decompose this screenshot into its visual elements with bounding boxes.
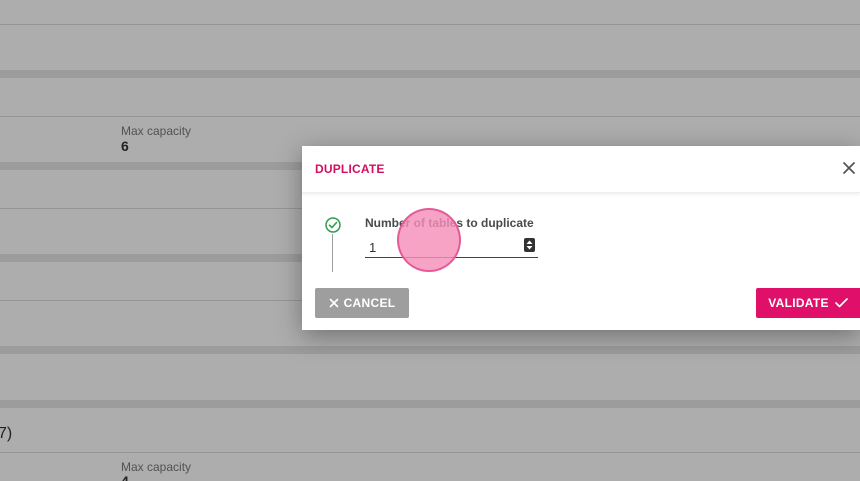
- check-circle-icon: [325, 217, 341, 233]
- cancel-label: CANCEL: [343, 296, 396, 310]
- x-icon: [329, 298, 339, 308]
- validate-button[interactable]: VALIDATE: [756, 288, 860, 318]
- cancel-button[interactable]: CANCEL: [315, 288, 409, 318]
- step-indicator: [324, 216, 342, 274]
- duplicate-dialog: DUPLICATE Number of tables to duplicate: [302, 146, 860, 330]
- spinner-arrows-icon: [526, 240, 533, 250]
- click-indicator: [397, 208, 461, 272]
- number-stepper[interactable]: [524, 238, 535, 252]
- dialog-title: DUPLICATE: [315, 162, 385, 176]
- check-icon: [835, 298, 848, 308]
- dialog-header: DUPLICATE: [302, 146, 860, 193]
- close-button[interactable]: [840, 159, 860, 179]
- close-icon: [843, 162, 855, 174]
- validate-label: VALIDATE: [768, 296, 829, 310]
- step-connector: [332, 234, 333, 272]
